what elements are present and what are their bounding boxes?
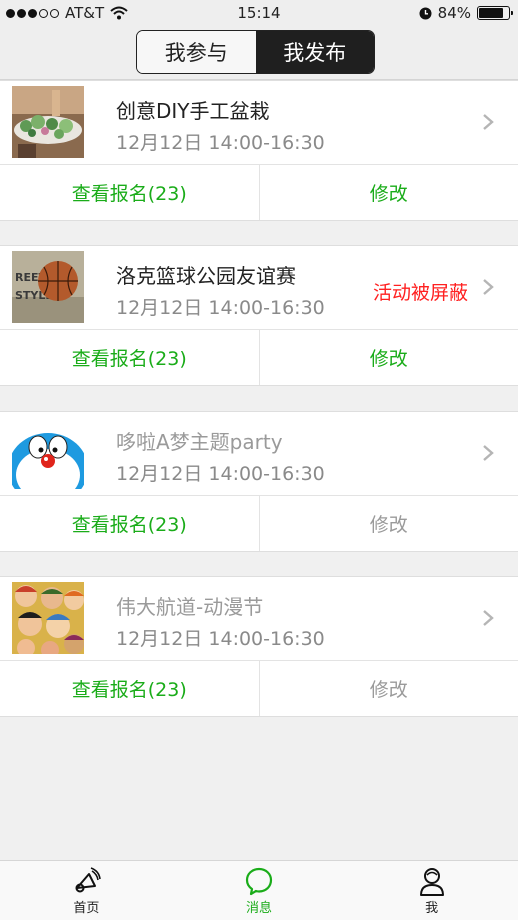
plant-thumbnail xyxy=(12,86,84,158)
event-row[interactable]: REET STYLE 洛克篮球公园友谊赛 12月12日 14:00-16:30 … xyxy=(0,246,518,330)
battery-percent: 84% xyxy=(437,4,471,22)
view-signups-button[interactable]: 查看报名(23) xyxy=(0,330,260,385)
event-card: 创意DIY手工盆栽 12月12日 14:00-16:30 查看报名(23) 修改 xyxy=(0,80,518,221)
header: 我参与 我发布 xyxy=(0,26,518,80)
event-actions: 查看报名(23) 修改 xyxy=(0,496,518,551)
chevron-right-icon xyxy=(483,114,494,130)
tab-messages-label: 消息 xyxy=(246,901,273,916)
tab-messages[interactable]: 消息 xyxy=(173,861,346,920)
event-row[interactable]: 伟大航道-动漫节 12月12日 14:00-16:30 xyxy=(0,577,518,661)
event-actions: 查看报名(23) 修改 xyxy=(0,661,518,716)
chevron-right-icon xyxy=(483,445,494,461)
event-actions: 查看报名(23) 修改 xyxy=(0,330,518,385)
tab-published[interactable]: 我发布 xyxy=(255,31,374,73)
tab-bar: 首页 消息 我 xyxy=(0,860,518,920)
event-title: 洛克篮球公园友谊赛 xyxy=(116,264,296,288)
chevron-right-icon xyxy=(483,610,494,626)
tab-me-label: 我 xyxy=(425,901,439,916)
tab-joined[interactable]: 我参与 xyxy=(137,31,256,73)
onepiece-thumbnail xyxy=(12,582,84,654)
event-title: 哆啦A梦主题party xyxy=(116,430,283,454)
event-time: 12月12日 14:00-16:30 xyxy=(116,132,325,154)
event-row[interactable]: 哆啦A梦主题party 12月12日 14:00-16:30 xyxy=(0,412,518,496)
tab-home-label: 首页 xyxy=(73,901,100,916)
status-bar: AT&T 15:14 84% xyxy=(0,0,518,26)
event-time: 12月12日 14:00-16:30 xyxy=(116,297,325,319)
event-card: REET STYLE 洛克篮球公园友谊赛 12月12日 14:00-16:30 … xyxy=(0,245,518,386)
event-time: 12月12日 14:00-16:30 xyxy=(116,463,325,485)
battery-level xyxy=(479,8,503,18)
tab-me[interactable]: 我 xyxy=(345,861,518,920)
segmented-control: 我参与 我发布 xyxy=(136,30,375,74)
alarm-clock-icon xyxy=(419,7,432,19)
view-signups-button[interactable]: 查看报名(23) xyxy=(0,165,260,220)
blocked-status: 活动被屏蔽 xyxy=(372,282,468,304)
status-right: 84% xyxy=(419,4,513,22)
edit-button[interactable]: 修改 xyxy=(260,661,518,716)
event-actions: 查看报名(23) 修改 xyxy=(0,165,518,220)
view-signups-button[interactable]: 查看报名(23) xyxy=(0,496,260,551)
user-icon xyxy=(419,868,444,896)
event-title: 创意DIY手工盆栽 xyxy=(116,99,270,123)
edit-button[interactable]: 修改 xyxy=(260,330,518,385)
view-signups-button[interactable]: 查看报名(23) xyxy=(0,661,260,716)
battery-icon xyxy=(477,6,513,20)
chat-bubble-icon xyxy=(245,867,273,896)
edit-button[interactable]: 修改 xyxy=(260,165,518,220)
doraemon-thumbnail xyxy=(12,417,84,489)
event-time: 12月12日 14:00-16:30 xyxy=(116,628,325,650)
tab-home[interactable]: 首页 xyxy=(0,861,173,920)
basketball-thumbnail: REET STYLE xyxy=(12,251,84,323)
megaphone-icon xyxy=(75,867,102,893)
edit-button[interactable]: 修改 xyxy=(260,496,518,551)
event-card: 哆啦A梦主题party 12月12日 14:00-16:30 查看报名(23) … xyxy=(0,411,518,552)
event-title: 伟大航道-动漫节 xyxy=(116,595,264,619)
event-row[interactable]: 创意DIY手工盆栽 12月12日 14:00-16:30 xyxy=(0,81,518,165)
event-card: 伟大航道-动漫节 12月12日 14:00-16:30 查看报名(23) 修改 xyxy=(0,576,518,717)
chevron-right-icon xyxy=(483,279,494,295)
